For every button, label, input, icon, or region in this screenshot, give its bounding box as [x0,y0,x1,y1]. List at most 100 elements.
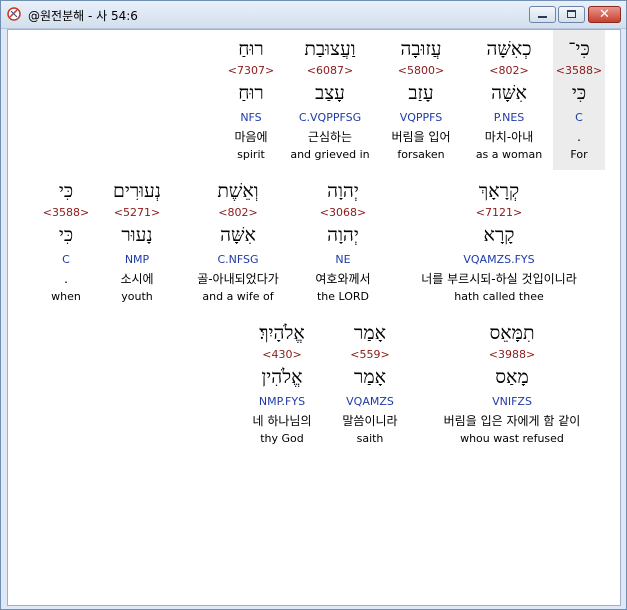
bible-app-icon [7,7,21,21]
lemma-word: קָרָא [483,224,515,246]
word-column-selected[interactable]: כִּי־ <3588> כִּי C . For [553,30,605,170]
morphology-code: C [575,111,583,124]
strong-number[interactable]: <6087> [286,64,374,78]
window-title: @원전분해 - 사 54:6 [28,9,138,23]
strong-number[interactable]: <5800> [376,64,466,78]
lemma-word: אִשָּׁה [220,224,256,246]
english-gloss: spirit [237,148,265,161]
lemma-word: מָאַס [495,366,529,388]
morphology-code: VNIFZS [492,395,532,408]
korean-gloss: 버림을 입어 [391,130,451,144]
english-gloss: thy God [260,432,304,445]
strong-number[interactable]: <3588> [38,206,94,220]
morphology-code: VQAMZS.FYS [463,253,535,266]
english-gloss: For [570,148,588,161]
english-gloss: whou wast refused [460,432,564,445]
morphology-code: VQAMZS [346,395,394,408]
morphology-code: NMP.FYS [258,395,306,408]
strong-number[interactable]: <559> [334,348,406,362]
strong-number[interactable]: <3988> [414,348,610,362]
hebrew-word: תִמָּאֵס [489,322,535,344]
hebrew-word: יְהוָה [327,180,359,202]
lemma-word: יְהוָה [327,224,359,246]
morphology-code: C [62,253,70,266]
word-column[interactable]: רוּחַ <7307> רוּחַ NFS 마음에 spirit [214,30,288,170]
word-column[interactable]: כְאִשָּׁה <802> אִשָּׁה P.NES 마치-아내 as a… [469,30,549,170]
english-gloss: hath called thee [454,290,544,303]
hebrew-word: וְאֵשֶׁת [217,180,259,202]
lemma-word: עָזַב [408,82,434,104]
lemma-word: אֱלֹהִין [261,366,303,388]
strong-number[interactable]: <5271> [98,206,176,220]
english-gloss: forsaken [397,148,445,161]
english-gloss: the LORD [316,290,370,303]
hebrew-word: עֲזוּבָה [400,38,442,60]
minimize-icon [538,16,547,18]
hebrew-word: אֱלֹהָיִךְ׃ [259,322,305,344]
english-gloss: when [51,290,81,303]
hebrew-word: רוּחַ [238,38,264,60]
strong-number[interactable]: <3588> [553,64,605,78]
interlinear-panel[interactable]: רוּחַ <7307> רוּחַ NFS 마음에 spirit וַעֲצו… [7,29,621,606]
korean-gloss: 여호와께서 [315,272,371,286]
strong-number[interactable]: <3068> [302,206,384,220]
english-gloss: saith [356,432,384,445]
word-column[interactable]: וְאֵשֶׁת <802> אִשָּׁה C.NFSG 골-아내되었다가 a… [180,172,296,307]
korean-gloss: 마음에 [234,130,268,144]
korean-gloss: . [577,130,581,144]
morphology-code: NE [335,253,351,266]
maximize-icon [567,10,576,18]
word-column[interactable]: עֲזוּבָה <5800> עָזַב VQPPFS 버림을 입어 fors… [376,30,466,170]
korean-gloss: 말씀이니라 [342,414,398,428]
lemma-word: אִשָּׁה [491,82,527,104]
word-column[interactable]: כִּי <3588> כִּי C . when [38,172,94,307]
hebrew-word: אָמַר [354,322,386,344]
title-bar[interactable]: @원전분해 - 사 54:6 ✕ [1,1,626,29]
hebrew-word: כִּי [58,180,74,202]
morphology-code: C.VQPPFSG [298,111,362,124]
korean-gloss: 네 하나님의 [252,414,312,428]
word-column[interactable]: וַעֲצוּבַת <6087> עָצַב C.VQPPFSG 근심하는 a… [286,30,374,170]
word-column[interactable]: אֱלֹהָיִךְ׃ <430> אֱלֹהִין NMP.FYS 네 하나님… [236,314,328,449]
word-column[interactable]: יְהוָה <3068> יְהוָה NE 여호와께서 the LORD [302,172,384,307]
strong-number[interactable]: <802> [469,64,549,78]
word-column[interactable]: אָמַר <559> אָמַר VQAMZS 말씀이니라 saith [334,314,406,449]
strong-number[interactable]: <430> [236,348,328,362]
morphology-code: NFS [240,111,262,124]
hebrew-word: נְעוּרִים [113,180,161,202]
lemma-word: נָעוּר [121,224,153,246]
lemma-word: רוּחַ [238,82,264,104]
korean-gloss: 버림을 입은 자에게 함 같이 [443,414,581,428]
korean-gloss: 골-아내되었다가 [197,272,279,286]
minimize-button[interactable] [529,6,556,23]
english-gloss: and a wife of [202,290,274,303]
hebrew-word: קְרָאָךְ [478,180,520,202]
english-gloss: and grieved in [290,148,370,161]
english-gloss: youth [121,290,153,303]
morphology-code: P.NES [493,111,525,124]
maximize-button[interactable] [558,6,585,23]
strong-number[interactable]: <7307> [214,64,288,78]
korean-gloss: 근심하는 [307,130,353,144]
close-icon: ✕ [599,7,610,22]
lemma-word: כִּי [571,82,587,104]
morphology-code: NMP [124,253,150,266]
close-button[interactable]: ✕ [588,6,621,23]
hebrew-word: וַעֲצוּבַת [304,38,356,60]
korean-gloss: 너를 부르시되-하실 것입이니라 [421,272,577,286]
lemma-word: אָמַר [354,366,386,388]
word-column[interactable]: תִמָּאֵס <3988> מָאַס VNIFZS 버림을 입은 자에게 … [414,314,610,449]
strong-number[interactable]: <7121> [392,206,606,220]
morphology-code: VQPPFS [399,111,443,124]
english-gloss: as a woman [475,148,543,161]
app-window: @원전분해 - 사 54:6 ✕ רוּחַ <7307> רוּחַ NFS … [0,0,627,610]
korean-gloss: . [64,272,68,286]
korean-gloss: 소시에 [120,272,154,286]
strong-number[interactable]: <802> [180,206,296,220]
word-column[interactable]: נְעוּרִים <5271> נָעוּר NMP 소시에 youth [98,172,176,307]
lemma-word: עָצַב [315,82,345,104]
lemma-word: כִּי [58,224,74,246]
morphology-code: C.NFSG [217,253,259,266]
word-column[interactable]: קְרָאָךְ <7121> קָרָא VQAMZS.FYS 너를 부르시되… [392,172,606,307]
korean-gloss: 마치-아내 [484,130,534,144]
